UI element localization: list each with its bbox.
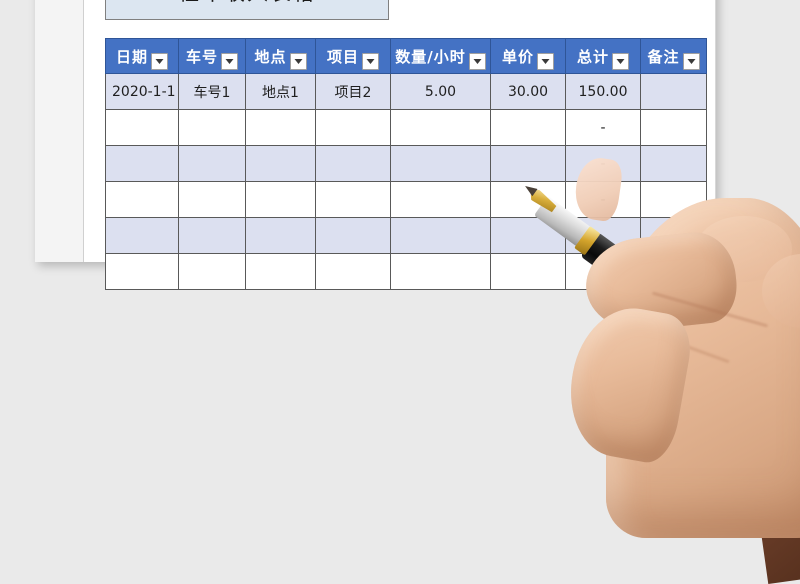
cell-quantity[interactable] xyxy=(390,253,491,290)
column-header-label: 地点 xyxy=(254,47,287,66)
cell-date[interactable]: 2020-1-1 xyxy=(105,73,179,110)
income-table: 日期 车号 地点 项目 数量/小时 单价 总计 备注 2020-1-1 车号1 … xyxy=(105,38,707,290)
column-header-label: 总计 xyxy=(576,47,609,66)
column-header-label: 车号 xyxy=(185,47,218,66)
cell-note[interactable] xyxy=(640,145,707,182)
cell-note[interactable] xyxy=(640,181,707,218)
cell-project[interactable] xyxy=(315,253,391,290)
column-header-label: 数量/小时 xyxy=(395,47,466,66)
cell-unit-price[interactable] xyxy=(490,109,566,146)
cell-total[interactable]: - xyxy=(565,181,641,218)
cell-location[interactable]: 地点1 xyxy=(245,73,316,110)
cell-vehicle[interactable] xyxy=(178,109,246,146)
cell-quantity[interactable] xyxy=(390,109,491,146)
column-header-vehicle[interactable]: 车号 xyxy=(178,38,246,74)
cell-project[interactable] xyxy=(315,109,391,146)
sheet-left-gutter xyxy=(35,0,84,262)
column-header-total[interactable]: 总计 xyxy=(565,38,641,74)
cell-date[interactable] xyxy=(105,145,179,182)
page-title: 租车收入表格 xyxy=(105,0,389,20)
cell-note[interactable] xyxy=(640,217,707,254)
column-header-location[interactable]: 地点 xyxy=(245,38,316,74)
table-header-row: 日期 车号 地点 项目 数量/小时 单价 总计 备注 xyxy=(105,38,707,74)
cell-total[interactable]: 150.00 xyxy=(565,73,641,110)
column-header-note[interactable]: 备注 xyxy=(640,38,707,74)
column-header-label: 项目 xyxy=(326,47,359,66)
filter-dropdown-icon[interactable] xyxy=(289,53,307,70)
cell-project[interactable] xyxy=(315,217,391,254)
cell-location[interactable] xyxy=(245,181,316,218)
cell-note[interactable] xyxy=(640,253,707,290)
table-row[interactable]: - xyxy=(105,145,707,182)
column-header-quantity[interactable]: 数量/小时 xyxy=(390,38,491,74)
cell-vehicle[interactable]: 车号1 xyxy=(178,73,246,110)
cell-vehicle[interactable] xyxy=(178,181,246,218)
column-header-label: 日期 xyxy=(115,47,148,66)
table-row[interactable] xyxy=(105,253,707,290)
table-row[interactable]: - xyxy=(105,181,707,218)
filter-dropdown-icon[interactable] xyxy=(612,53,629,70)
cell-total[interactable] xyxy=(565,253,641,290)
cell-date[interactable] xyxy=(105,109,179,146)
cell-unit-price[interactable] xyxy=(490,181,566,218)
cell-total[interactable] xyxy=(565,217,641,254)
filter-dropdown-icon[interactable] xyxy=(468,53,486,70)
cell-quantity[interactable]: 5.00 xyxy=(390,73,491,110)
cell-quantity[interactable] xyxy=(390,145,491,182)
cell-project[interactable] xyxy=(315,181,391,218)
column-header-project[interactable]: 项目 xyxy=(315,38,391,74)
cell-unit-price[interactable] xyxy=(490,217,566,254)
cell-quantity[interactable] xyxy=(390,217,491,254)
cell-vehicle[interactable] xyxy=(178,217,246,254)
filter-dropdown-icon[interactable] xyxy=(537,53,554,70)
cell-vehicle[interactable] xyxy=(178,253,246,290)
cell-date[interactable] xyxy=(105,217,179,254)
cell-vehicle[interactable] xyxy=(178,145,246,182)
cell-project[interactable]: 项目2 xyxy=(315,73,391,110)
cell-project[interactable] xyxy=(315,145,391,182)
filter-dropdown-icon[interactable] xyxy=(362,53,379,70)
cell-date[interactable] xyxy=(105,181,179,218)
cell-unit-price[interactable]: 30.00 xyxy=(490,73,566,110)
cell-location[interactable] xyxy=(245,217,316,254)
cell-total[interactable]: - xyxy=(565,145,641,182)
filter-dropdown-icon[interactable] xyxy=(682,53,700,70)
cell-note[interactable] xyxy=(640,73,707,110)
filter-dropdown-icon[interactable] xyxy=(221,53,238,70)
cell-unit-price[interactable] xyxy=(490,145,566,182)
table-row[interactable] xyxy=(105,217,707,254)
cell-location[interactable] xyxy=(245,145,316,182)
cell-note[interactable] xyxy=(640,109,707,146)
cell-total[interactable]: - xyxy=(565,109,641,146)
cell-unit-price[interactable] xyxy=(490,253,566,290)
column-header-unit-price[interactable]: 单价 xyxy=(490,38,566,74)
cell-date[interactable] xyxy=(105,253,179,290)
title-summary-band: 租车收入表格 5.00 30.00 150.00 2020-1-1 xyxy=(105,0,705,22)
cell-quantity[interactable] xyxy=(390,181,491,218)
column-header-date[interactable]: 日期 xyxy=(105,38,179,74)
table-row[interactable]: 2020-1-1 车号1 地点1 项目2 5.00 30.00 150.00 xyxy=(105,73,707,110)
column-header-label: 单价 xyxy=(501,47,534,66)
table-row[interactable]: - xyxy=(105,109,707,146)
column-header-label: 备注 xyxy=(647,47,680,66)
cell-location[interactable] xyxy=(245,253,316,290)
cell-location[interactable] xyxy=(245,109,316,146)
filter-dropdown-icon[interactable] xyxy=(151,53,168,70)
